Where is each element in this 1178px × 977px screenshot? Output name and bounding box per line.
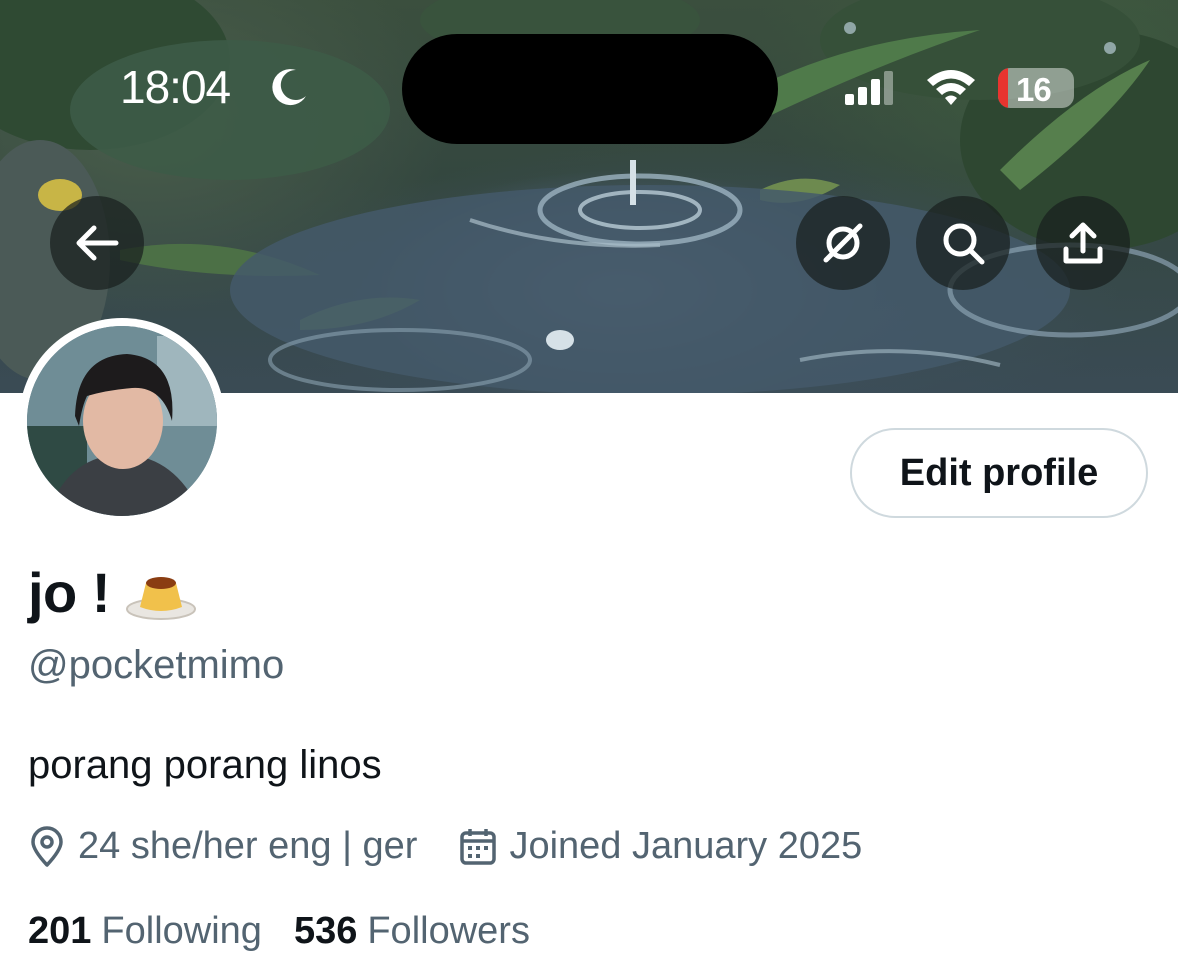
signal-icon xyxy=(845,71,893,105)
username-handle: @pocketmimo xyxy=(28,643,285,687)
location-pin-icon xyxy=(31,825,63,867)
display-name: jo ! xyxy=(28,561,110,624)
mute-circle-icon xyxy=(823,223,863,263)
display-name-row: jo ! xyxy=(28,560,198,625)
followers-label: Followers xyxy=(367,910,530,952)
mute-button[interactable] xyxy=(796,196,890,290)
followers-link[interactable]: 536 Followers xyxy=(294,910,530,953)
avatar-photo xyxy=(27,326,217,516)
calendar-icon xyxy=(460,828,497,865)
following-count: 201 xyxy=(28,910,92,952)
battery-fill xyxy=(998,68,1008,108)
location-text: 24 she/her eng | ger xyxy=(78,825,418,867)
pudding-emoji-icon xyxy=(125,576,196,620)
joined-item: Joined January 2025 xyxy=(459,825,862,868)
followers-count: 536 xyxy=(293,910,358,952)
avatar-image xyxy=(27,326,217,516)
status-time: 18:04 xyxy=(120,61,231,113)
share-button[interactable] xyxy=(1036,196,1130,290)
profile-meta: 24 she/her eng | ger Joined January 2025 xyxy=(28,825,862,868)
bio: porang porang linos xyxy=(28,743,382,787)
share-icon xyxy=(1063,222,1103,264)
search-icon xyxy=(943,223,985,265)
battery-level: 16 xyxy=(1016,71,1052,108)
following-link[interactable]: 201 Following xyxy=(28,910,262,953)
following-label: Following xyxy=(101,910,262,952)
back-button[interactable] xyxy=(50,196,144,290)
battery-icon: 16 xyxy=(998,68,1074,108)
avatar[interactable] xyxy=(19,318,225,524)
joined-text: Joined January 2025 xyxy=(509,825,863,867)
edit-profile-button[interactable]: Edit profile xyxy=(850,428,1148,518)
dynamic-island xyxy=(402,34,778,144)
wifi-icon xyxy=(927,70,975,105)
location-item: 24 she/her eng | ger xyxy=(28,825,417,868)
search-button[interactable] xyxy=(916,196,1010,290)
moon-icon xyxy=(272,69,306,106)
follow-stats: 201 Following 536 Followers xyxy=(28,910,530,953)
back-arrow-icon xyxy=(76,225,119,261)
